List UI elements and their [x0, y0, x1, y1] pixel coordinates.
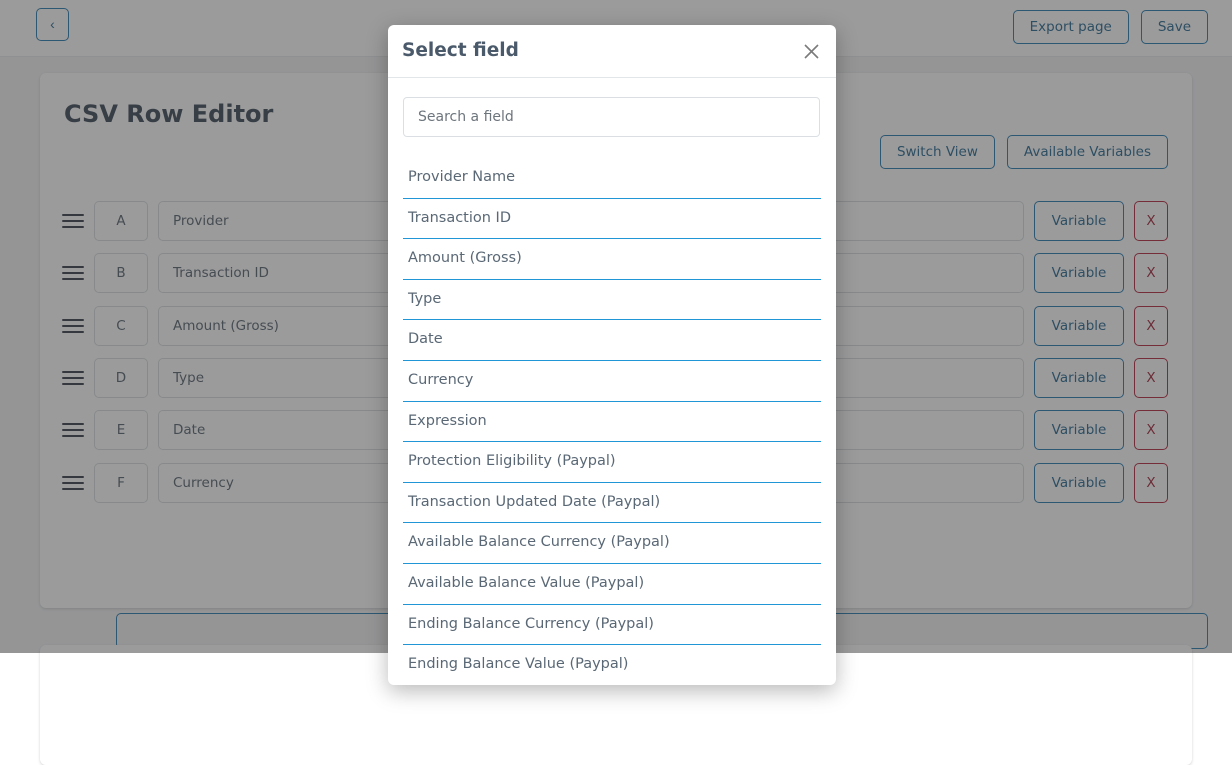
field-option[interactable]: Transaction ID [403, 199, 821, 240]
field-option[interactable]: Provider Name [403, 158, 821, 199]
dialog-body: Provider NameTransaction IDAmount (Gross… [388, 78, 836, 685]
field-option[interactable]: Type [403, 280, 821, 321]
field-option[interactable]: Date [403, 320, 821, 361]
dialog-header: Select field [388, 25, 836, 78]
field-options-list: Provider NameTransaction IDAmount (Gross… [403, 158, 821, 685]
field-option[interactable]: Protection Eligibility (Paypal) [403, 442, 821, 483]
field-option[interactable]: Transaction Updated Date (Paypal) [403, 483, 821, 524]
dialog-title: Select field [402, 40, 519, 61]
field-option[interactable]: Available Balance Value (Paypal) [403, 564, 821, 605]
field-option[interactable]: Ending Balance Currency (Paypal) [403, 605, 821, 646]
field-option[interactable]: Expression [403, 402, 821, 443]
field-option[interactable]: Available Balance Currency (Paypal) [403, 523, 821, 564]
field-option[interactable]: Currency [403, 361, 821, 402]
select-field-dialog: Select field Provider NameTransaction ID… [388, 25, 836, 685]
close-icon[interactable] [798, 38, 825, 65]
field-option[interactable]: Amount (Gross) [403, 239, 821, 280]
field-option[interactable]: Ending Balance Value (Paypal) [403, 645, 821, 685]
search-input[interactable] [403, 97, 820, 137]
